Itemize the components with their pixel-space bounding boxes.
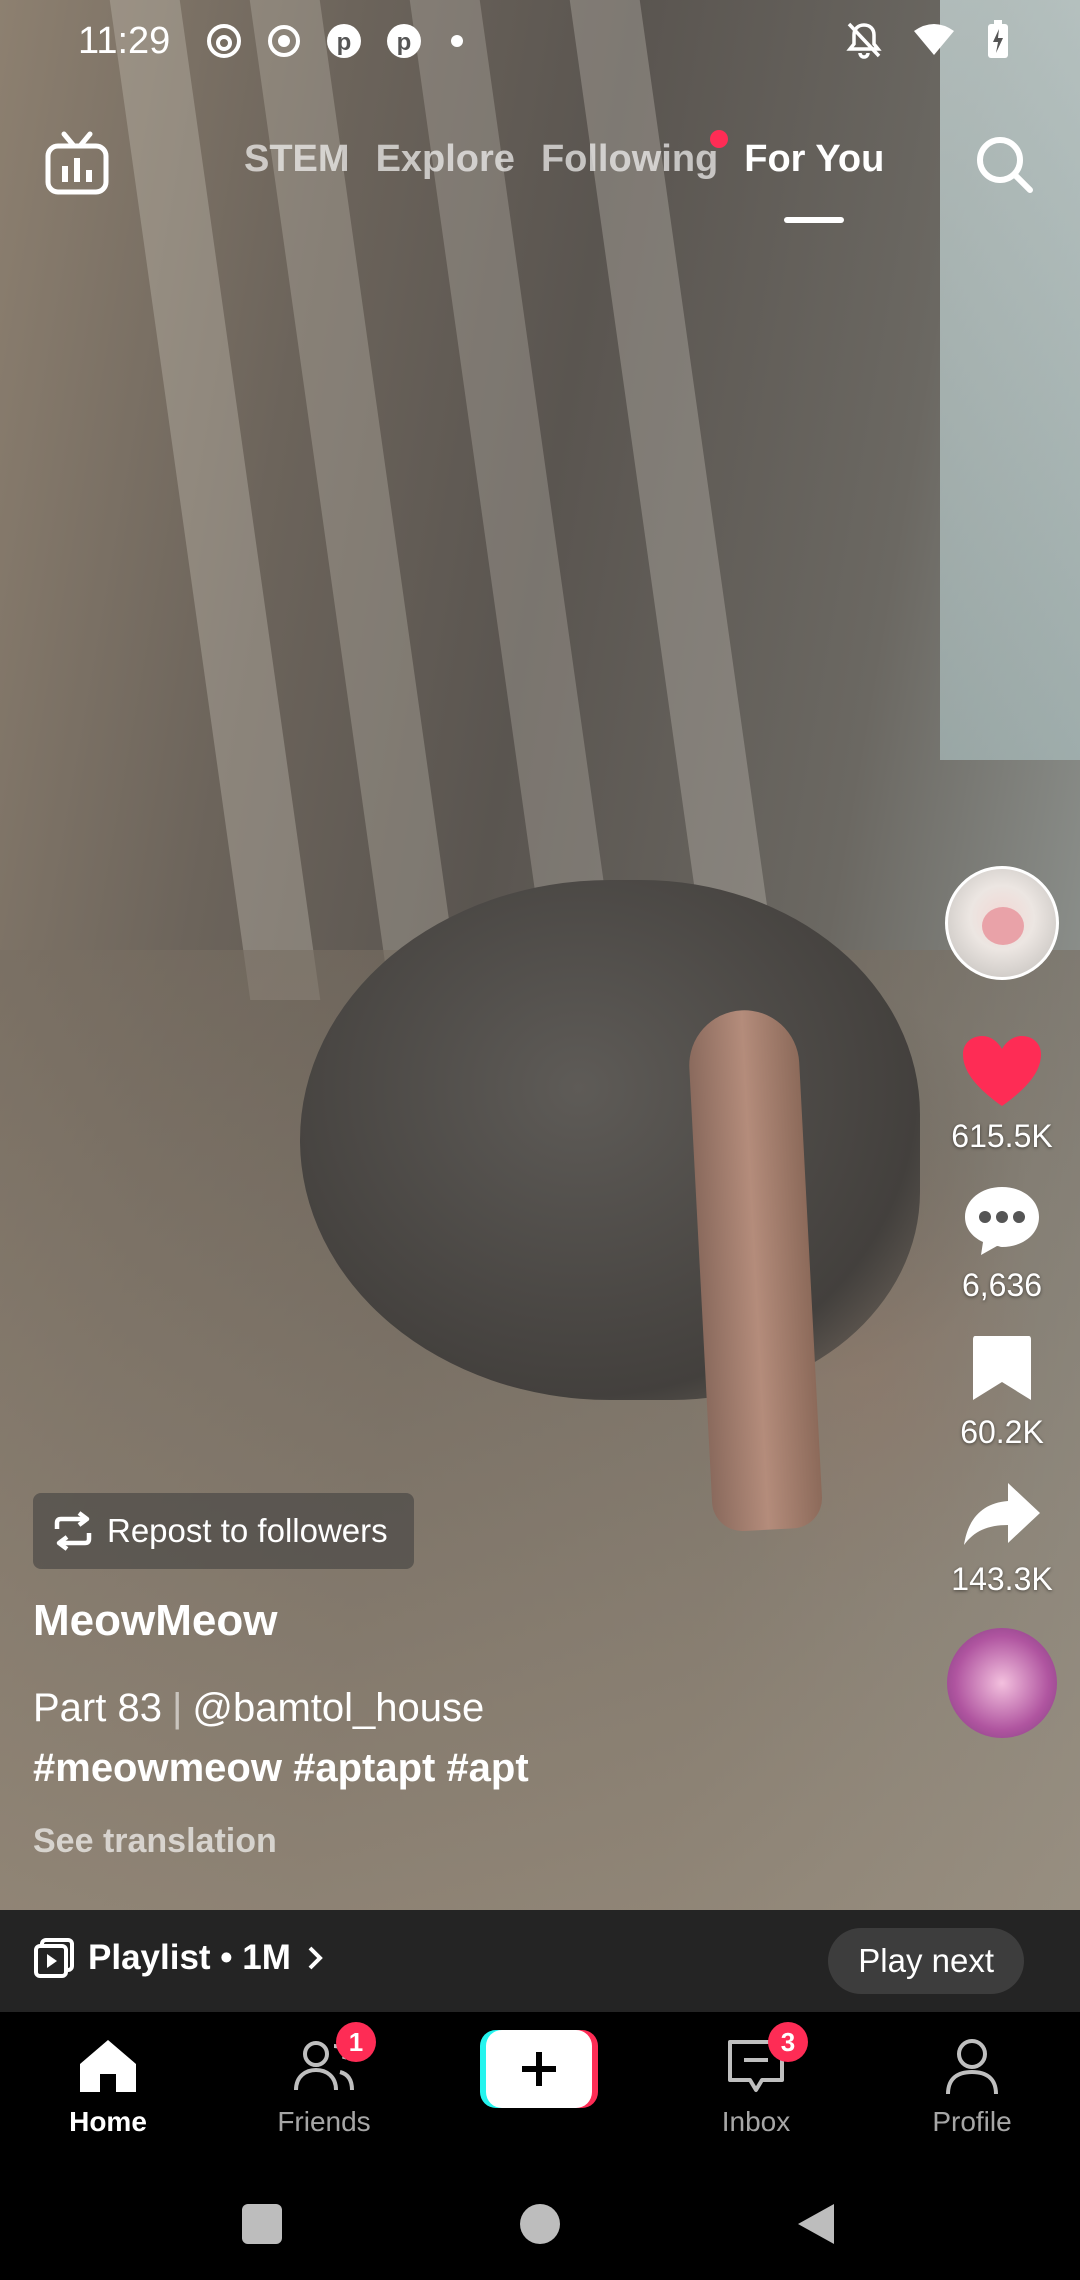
pinterest-icon: p <box>387 24 421 58</box>
comment-action[interactable]: 6,636 <box>961 1183 1043 1304</box>
action-rail: 615.5K 6,636 60.2K 143.3K <box>942 866 1062 1738</box>
author-name[interactable]: MeowMeow <box>33 1596 277 1646</box>
music-disc[interactable] <box>947 1628 1057 1738</box>
mention-link[interactable]: @bamtol_house <box>192 1686 484 1730</box>
top-navigation: STEM Explore Following For You <box>0 120 1080 240</box>
comment-count: 6,636 <box>961 1267 1043 1303</box>
play-next-button[interactable]: Play next <box>828 1928 1024 1994</box>
nav-inbox[interactable]: 3 Inbox <box>686 2022 826 2138</box>
wifi-icon <box>914 24 954 55</box>
inbox-badge: 3 <box>768 2022 808 2062</box>
feed-tabs: STEM Explore Following For You <box>244 130 885 223</box>
bottom-navigation: Home 1 Friends 3 Inbox Profile <box>0 2012 1080 2162</box>
cat <box>300 880 920 1400</box>
heart-icon[interactable] <box>961 1034 1043 1108</box>
create-button[interactable] <box>480 2030 598 2108</box>
tab-following[interactable]: Following <box>540 130 729 181</box>
nav-profile[interactable]: Profile <box>902 2034 1042 2138</box>
record-icon <box>268 25 300 57</box>
nav-inbox-label: Inbox <box>721 2106 791 2137</box>
tab-stem[interactable]: STEM <box>244 138 350 181</box>
profile-icon <box>946 2039 998 2095</box>
nav-home[interactable]: Home <box>38 2034 178 2138</box>
tab-for-you[interactable]: For You <box>744 138 885 223</box>
tab-following-label: Following <box>540 138 719 180</box>
nav-home-label: Home <box>69 2106 147 2137</box>
friends-icon-wrap: 1 <box>292 2022 376 2098</box>
friends-badge: 1 <box>336 2022 376 2062</box>
home-button-icon[interactable] <box>518 2202 562 2246</box>
share-count: 143.3K <box>951 1561 1053 1597</box>
system-status-icons <box>846 20 1010 60</box>
tab-for-you-label: For You <box>744 138 885 180</box>
bell-off-icon <box>846 22 882 59</box>
status-time: 11:29 <box>78 20 171 62</box>
see-translation-link[interactable]: See translation <box>33 1822 277 1861</box>
playlist-label: Playlist • 1M <box>88 1938 291 1977</box>
tiktok-screen: 11:29 p p STEM Explore Following For You… <box>0 0 1080 2280</box>
system-navigation <box>0 2162 1080 2280</box>
nav-friends[interactable]: 1 Friends <box>254 2022 394 2138</box>
pinterest-icon: p <box>327 24 361 58</box>
battery-charging-icon <box>988 20 1008 58</box>
status-bar: 11:29 p p <box>0 0 1080 86</box>
save-action[interactable]: 60.2K <box>960 1332 1044 1451</box>
nav-profile-label: Profile <box>932 2106 1012 2137</box>
back-icon[interactable] <box>796 2202 836 2246</box>
bookmark-icon[interactable] <box>969 1332 1035 1404</box>
active-tab-indicator <box>784 217 845 223</box>
paw-image <box>982 907 1024 945</box>
inbox-icon-wrap: 3 <box>724 2022 808 2098</box>
like-action[interactable]: 615.5K <box>951 1034 1053 1155</box>
save-count: 60.2K <box>960 1414 1044 1450</box>
home-icon <box>80 2040 136 2092</box>
part-label: Part 83 <box>33 1686 162 1730</box>
video-description: Part 83 | @bamtol_house <box>33 1686 484 1731</box>
share-action[interactable]: 143.3K <box>951 1479 1053 1598</box>
threads-icon <box>207 24 241 58</box>
dot-icon <box>451 35 463 47</box>
nav-friends-label: Friends <box>277 2106 371 2137</box>
playlist-bar: Playlist • 1M Play next <box>0 1910 1080 2012</box>
notification-icons: p p <box>205 22 463 60</box>
repost-label: Repost to followers <box>107 1512 388 1549</box>
search-icon[interactable] <box>972 132 1036 196</box>
playlist-link[interactable]: Playlist • 1M <box>34 1938 325 1978</box>
share-icon[interactable] <box>962 1479 1042 1551</box>
like-count: 615.5K <box>951 1118 1053 1154</box>
creator-avatar[interactable] <box>945 866 1059 980</box>
repost-button[interactable]: Repost to followers <box>33 1493 414 1569</box>
repost-icon <box>54 1511 92 1551</box>
chevron-right-icon <box>308 1946 323 1970</box>
hashtags[interactable]: #meowmeow #aptapt #apt <box>33 1746 529 1791</box>
tab-explore[interactable]: Explore <box>376 138 515 181</box>
svg-text:p: p <box>397 29 412 56</box>
comment-icon[interactable] <box>961 1183 1043 1257</box>
live-tv-icon[interactable] <box>44 130 110 196</box>
description-separator: | <box>171 1686 183 1730</box>
recents-icon[interactable] <box>240 2202 284 2246</box>
playlist-icon <box>34 1938 74 1978</box>
window-light <box>940 0 1080 760</box>
notification-dot <box>710 130 729 148</box>
svg-text:p: p <box>337 29 352 56</box>
